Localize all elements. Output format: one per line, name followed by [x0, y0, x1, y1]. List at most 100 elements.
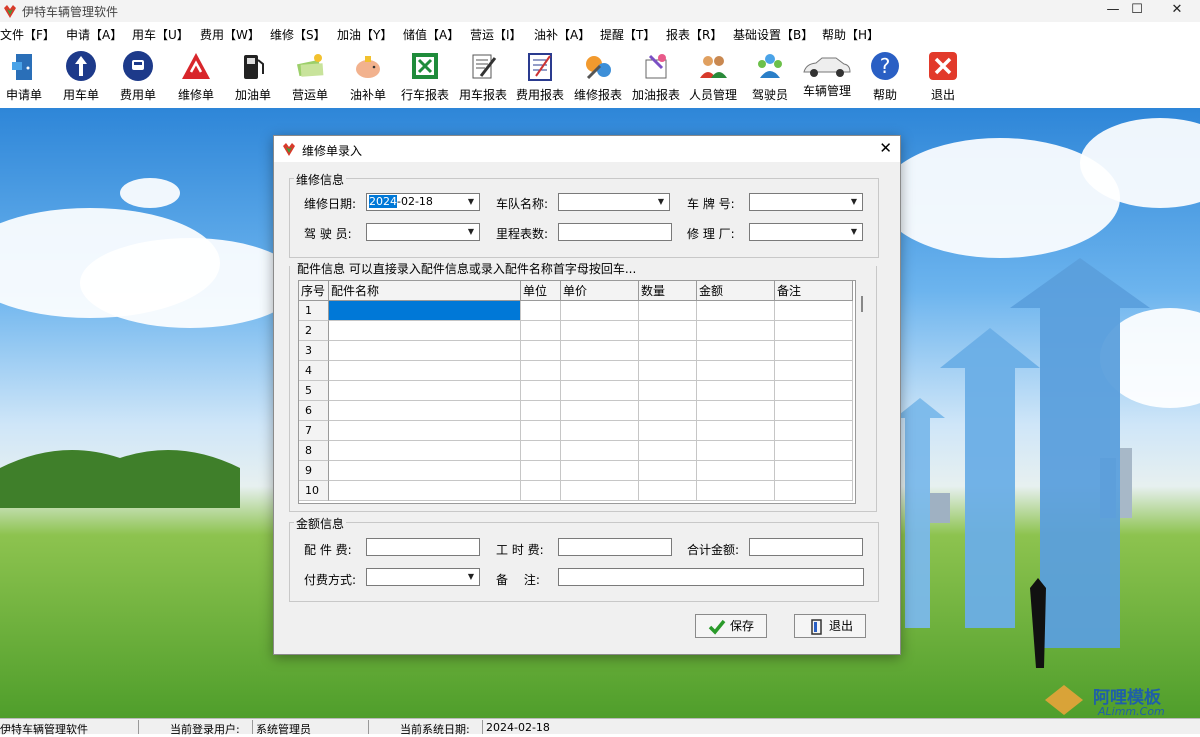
labor-fee-input[interactable] — [558, 538, 672, 556]
table-cell[interactable] — [561, 341, 639, 361]
table-row[interactable]: 1 — [299, 301, 853, 321]
chevron-down-icon[interactable]: ▼ — [847, 225, 861, 239]
table-cell[interactable] — [561, 481, 639, 501]
table-cell[interactable] — [775, 461, 853, 481]
repair-shop-select[interactable]: ▼ — [749, 223, 863, 241]
table-cell[interactable] — [639, 341, 697, 361]
table-cell[interactable] — [639, 381, 697, 401]
table-row[interactable]: 10 — [299, 481, 853, 501]
save-button[interactable]: 保存 — [695, 614, 767, 638]
chevron-down-icon[interactable]: ▼ — [464, 195, 478, 209]
table-cell[interactable] — [697, 361, 775, 381]
table-cell[interactable] — [775, 441, 853, 461]
chevron-down-icon[interactable]: ▼ — [464, 225, 478, 239]
toolbar-driving-report-button[interactable]: 行车报表 — [396, 50, 454, 106]
table-cell[interactable] — [697, 321, 775, 341]
table-row[interactable]: 3 — [299, 341, 853, 361]
table-cell[interactable] — [521, 341, 561, 361]
table-cell[interactable] — [561, 301, 639, 321]
table-cell[interactable] — [521, 441, 561, 461]
table-cell[interactable] — [639, 401, 697, 421]
table-cell[interactable] — [561, 361, 639, 381]
table-cell[interactable] — [639, 441, 697, 461]
menu-use-car[interactable]: 用车【U】 — [132, 26, 189, 43]
table-cell[interactable] — [329, 481, 521, 501]
toolbar-refuel-form-button[interactable]: 加油单 — [224, 50, 282, 106]
menu-repair[interactable]: 维修【S】 — [270, 26, 326, 43]
menu-stored-value[interactable]: 储值【A】 — [403, 26, 459, 43]
remark-input[interactable] — [558, 568, 864, 586]
dialog-close-icon[interactable]: ✕ — [879, 139, 892, 157]
toolbar-repair-report-button[interactable]: 维修报表 — [569, 50, 627, 106]
table-cell[interactable] — [329, 301, 521, 321]
table-cell[interactable] — [697, 481, 775, 501]
table-cell[interactable] — [639, 461, 697, 481]
toolbar-expense-form-button[interactable]: 费用单 — [109, 50, 167, 106]
close-window-button[interactable]: ✕ — [1154, 0, 1200, 22]
table-cell[interactable] — [521, 321, 561, 341]
table-cell[interactable] — [561, 441, 639, 461]
table-cell[interactable] — [775, 321, 853, 341]
table-cell[interactable] — [521, 481, 561, 501]
toolbar-fuel-subsidy-form-button[interactable]: 油补单 — [339, 50, 397, 106]
driver-select[interactable]: ▼ — [366, 223, 480, 241]
table-row[interactable]: 4 — [299, 361, 853, 381]
table-cell[interactable] — [561, 401, 639, 421]
toolbar-use-car-form-button[interactable]: 用车单 — [52, 50, 110, 106]
table-cell[interactable] — [329, 341, 521, 361]
toolbar-exit-button[interactable]: 退出 — [914, 50, 972, 106]
toolbar-expense-report-button[interactable]: 费用报表 — [511, 50, 569, 106]
table-row[interactable]: 2 — [299, 321, 853, 341]
table-row[interactable]: 7 — [299, 421, 853, 441]
table-cell[interactable] — [329, 401, 521, 421]
table-cell[interactable] — [521, 461, 561, 481]
table-cell[interactable] — [521, 401, 561, 421]
table-cell[interactable] — [561, 321, 639, 341]
toolbar-vehicle-management-button[interactable]: 车辆管理 — [798, 50, 856, 106]
table-cell[interactable] — [697, 441, 775, 461]
table-cell[interactable] — [697, 421, 775, 441]
table-row[interactable]: 6 — [299, 401, 853, 421]
toolbar-personnel-button[interactable]: 人员管理 — [684, 50, 742, 106]
menu-apply[interactable]: 申请【A】 — [66, 26, 122, 43]
table-cell[interactable] — [521, 381, 561, 401]
table-cell[interactable] — [775, 401, 853, 421]
toolbar-repair-form-button[interactable]: 维修单 — [167, 50, 225, 106]
toolbar-help-button[interactable]: ? 帮助 — [856, 50, 914, 106]
table-cell[interactable] — [521, 361, 561, 381]
table-cell[interactable] — [329, 441, 521, 461]
parts-grid-scrollbar[interactable] — [856, 280, 870, 502]
toolbar-refuel-report-button[interactable]: 加油报表 — [627, 50, 685, 106]
toolbar-driver-button[interactable]: 驾驶员 — [741, 50, 799, 106]
menu-file[interactable]: 文件【F】 — [0, 26, 55, 43]
table-cell[interactable] — [329, 421, 521, 441]
table-cell[interactable] — [697, 381, 775, 401]
menu-fuel-subsidy[interactable]: 油补【A】 — [534, 26, 590, 43]
table-cell[interactable] — [329, 321, 521, 341]
table-cell[interactable] — [561, 461, 639, 481]
table-cell[interactable] — [639, 481, 697, 501]
table-cell[interactable] — [561, 421, 639, 441]
toolbar-apply-form-button[interactable]: 申请单 — [0, 50, 53, 106]
table-cell[interactable] — [561, 381, 639, 401]
toolbar-operation-form-button[interactable]: 营运单 — [281, 50, 339, 106]
table-cell[interactable] — [775, 361, 853, 381]
table-cell[interactable] — [775, 421, 853, 441]
menu-help[interactable]: 帮助【H】 — [822, 26, 879, 43]
table-cell[interactable] — [329, 461, 521, 481]
exit-button[interactable]: 退出 — [794, 614, 866, 638]
menu-refuel[interactable]: 加油【Y】 — [337, 26, 392, 43]
table-row[interactable]: 5 — [299, 381, 853, 401]
menu-expense[interactable]: 费用【W】 — [200, 26, 260, 43]
table-cell[interactable] — [639, 421, 697, 441]
table-row[interactable]: 9 — [299, 461, 853, 481]
table-cell[interactable] — [775, 341, 853, 361]
total-amount-input[interactable] — [749, 538, 863, 556]
toolbar-use-car-report-button[interactable]: 用车报表 — [454, 50, 512, 106]
chevron-down-icon[interactable]: ▼ — [654, 195, 668, 209]
team-name-select[interactable]: ▼ — [558, 193, 670, 211]
menu-report[interactable]: 报表【R】 — [666, 26, 722, 43]
menu-base-settings[interactable]: 基础设置【B】 — [733, 26, 813, 43]
table-cell[interactable] — [521, 421, 561, 441]
table-cell[interactable] — [775, 381, 853, 401]
